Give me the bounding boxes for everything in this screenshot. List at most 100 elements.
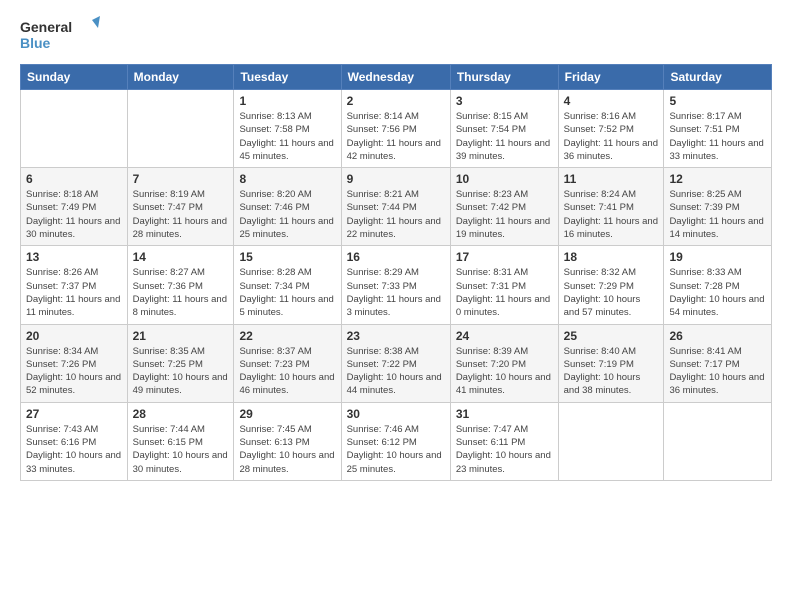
day-info: Sunrise: 8:31 AM Sunset: 7:31 PM Dayligh… <box>456 266 553 319</box>
day-number: 22 <box>239 329 335 343</box>
day-number: 24 <box>456 329 553 343</box>
day-info: Sunrise: 8:16 AM Sunset: 7:52 PM Dayligh… <box>564 110 659 163</box>
day-info: Sunrise: 7:44 AM Sunset: 6:15 PM Dayligh… <box>133 423 229 476</box>
calendar-cell: 21 Sunrise: 8:35 AM Sunset: 7:25 PM Dayli… <box>127 324 234 402</box>
day-info: Sunrise: 8:17 AM Sunset: 7:51 PM Dayligh… <box>669 110 766 163</box>
weekday-header-sunday: Sunday <box>21 65 128 90</box>
calendar-cell: 4 Sunrise: 8:16 AM Sunset: 7:52 PM Daylig… <box>558 90 664 168</box>
day-info: Sunrise: 8:25 AM Sunset: 7:39 PM Dayligh… <box>669 188 766 241</box>
calendar-cell <box>21 90 128 168</box>
calendar-cell <box>127 90 234 168</box>
calendar-cell: 3 Sunrise: 8:15 AM Sunset: 7:54 PM Daylig… <box>450 90 558 168</box>
logo-svg: General Blue <box>20 16 100 56</box>
day-info: Sunrise: 8:28 AM Sunset: 7:34 PM Dayligh… <box>239 266 335 319</box>
day-info: Sunrise: 7:43 AM Sunset: 6:16 PM Dayligh… <box>26 423 122 476</box>
page: General Blue SundayMondayTuesdayWednesda… <box>0 0 792 497</box>
weekday-header-friday: Friday <box>558 65 664 90</box>
day-number: 8 <box>239 172 335 186</box>
day-number: 19 <box>669 250 766 264</box>
calendar-cell: 31 Sunrise: 7:47 AM Sunset: 6:11 PM Dayli… <box>450 402 558 480</box>
calendar-cell: 6 Sunrise: 8:18 AM Sunset: 7:49 PM Daylig… <box>21 168 128 246</box>
calendar-cell: 25 Sunrise: 8:40 AM Sunset: 7:19 PM Dayli… <box>558 324 664 402</box>
calendar-cell: 7 Sunrise: 8:19 AM Sunset: 7:47 PM Daylig… <box>127 168 234 246</box>
day-info: Sunrise: 8:32 AM Sunset: 7:29 PM Dayligh… <box>564 266 659 319</box>
day-number: 7 <box>133 172 229 186</box>
day-info: Sunrise: 8:39 AM Sunset: 7:20 PM Dayligh… <box>456 345 553 398</box>
day-number: 31 <box>456 407 553 421</box>
day-number: 26 <box>669 329 766 343</box>
day-info: Sunrise: 8:19 AM Sunset: 7:47 PM Dayligh… <box>133 188 229 241</box>
day-info: Sunrise: 8:35 AM Sunset: 7:25 PM Dayligh… <box>133 345 229 398</box>
day-number: 16 <box>347 250 445 264</box>
day-info: Sunrise: 8:41 AM Sunset: 7:17 PM Dayligh… <box>669 345 766 398</box>
day-info: Sunrise: 7:47 AM Sunset: 6:11 PM Dayligh… <box>456 423 553 476</box>
calendar-cell: 29 Sunrise: 7:45 AM Sunset: 6:13 PM Dayli… <box>234 402 341 480</box>
day-info: Sunrise: 8:14 AM Sunset: 7:56 PM Dayligh… <box>347 110 445 163</box>
calendar-cell: 16 Sunrise: 8:29 AM Sunset: 7:33 PM Dayli… <box>341 246 450 324</box>
day-info: Sunrise: 8:15 AM Sunset: 7:54 PM Dayligh… <box>456 110 553 163</box>
day-info: Sunrise: 8:13 AM Sunset: 7:58 PM Dayligh… <box>239 110 335 163</box>
calendar-cell: 23 Sunrise: 8:38 AM Sunset: 7:22 PM Dayli… <box>341 324 450 402</box>
day-number: 28 <box>133 407 229 421</box>
day-info: Sunrise: 8:34 AM Sunset: 7:26 PM Dayligh… <box>26 345 122 398</box>
day-info: Sunrise: 8:37 AM Sunset: 7:23 PM Dayligh… <box>239 345 335 398</box>
day-info: Sunrise: 8:29 AM Sunset: 7:33 PM Dayligh… <box>347 266 445 319</box>
calendar-cell: 27 Sunrise: 7:43 AM Sunset: 6:16 PM Dayli… <box>21 402 128 480</box>
day-number: 9 <box>347 172 445 186</box>
calendar-cell: 15 Sunrise: 8:28 AM Sunset: 7:34 PM Dayli… <box>234 246 341 324</box>
day-number: 23 <box>347 329 445 343</box>
calendar-cell: 30Sunrise: 7:46 AM Sunset: 6:12 PM Dayli… <box>341 402 450 480</box>
day-info: Sunrise: 8:23 AM Sunset: 7:42 PM Dayligh… <box>456 188 553 241</box>
day-number: 27 <box>26 407 122 421</box>
day-number: 10 <box>456 172 553 186</box>
day-info: Sunrise: 8:20 AM Sunset: 7:46 PM Dayligh… <box>239 188 335 241</box>
svg-text:General: General <box>20 19 72 35</box>
calendar-cell: 8 Sunrise: 8:20 AM Sunset: 7:46 PM Daylig… <box>234 168 341 246</box>
day-info: Sunrise: 8:33 AM Sunset: 7:28 PM Dayligh… <box>669 266 766 319</box>
calendar-cell: 14 Sunrise: 8:27 AM Sunset: 7:36 PM Dayli… <box>127 246 234 324</box>
day-number: 3 <box>456 94 553 108</box>
calendar-cell: 28 Sunrise: 7:44 AM Sunset: 6:15 PM Dayli… <box>127 402 234 480</box>
week-row-1: 6 Sunrise: 8:18 AM Sunset: 7:49 PM Daylig… <box>21 168 772 246</box>
day-number: 15 <box>239 250 335 264</box>
calendar: SundayMondayTuesdayWednesdayThursdayFrid… <box>20 64 772 481</box>
day-number: 4 <box>564 94 659 108</box>
calendar-cell: 12Sunrise: 8:25 AM Sunset: 7:39 PM Dayli… <box>664 168 772 246</box>
day-number: 14 <box>133 250 229 264</box>
day-number: 6 <box>26 172 122 186</box>
calendar-cell <box>664 402 772 480</box>
day-number: 17 <box>456 250 553 264</box>
calendar-cell: 9 Sunrise: 8:21 AM Sunset: 7:44 PM Daylig… <box>341 168 450 246</box>
weekday-header-saturday: Saturday <box>664 65 772 90</box>
calendar-cell: 18Sunrise: 8:32 AM Sunset: 7:29 PM Dayli… <box>558 246 664 324</box>
day-info: Sunrise: 8:18 AM Sunset: 7:49 PM Dayligh… <box>26 188 122 241</box>
calendar-cell: 10 Sunrise: 8:23 AM Sunset: 7:42 PM Dayli… <box>450 168 558 246</box>
day-info: Sunrise: 8:38 AM Sunset: 7:22 PM Dayligh… <box>347 345 445 398</box>
svg-text:Blue: Blue <box>20 35 51 51</box>
weekday-header-thursday: Thursday <box>450 65 558 90</box>
calendar-cell: 17 Sunrise: 8:31 AM Sunset: 7:31 PM Dayli… <box>450 246 558 324</box>
day-number: 25 <box>564 329 659 343</box>
week-row-2: 13Sunrise: 8:26 AM Sunset: 7:37 PM Dayli… <box>21 246 772 324</box>
calendar-cell: 26 Sunrise: 8:41 AM Sunset: 7:17 PM Dayli… <box>664 324 772 402</box>
weekday-header-wednesday: Wednesday <box>341 65 450 90</box>
day-number: 20 <box>26 329 122 343</box>
day-info: Sunrise: 8:27 AM Sunset: 7:36 PM Dayligh… <box>133 266 229 319</box>
day-number: 5 <box>669 94 766 108</box>
day-number: 2 <box>347 94 445 108</box>
day-number: 1 <box>239 94 335 108</box>
day-info: Sunrise: 7:45 AM Sunset: 6:13 PM Dayligh… <box>239 423 335 476</box>
calendar-cell: 5 Sunrise: 8:17 AM Sunset: 7:51 PM Daylig… <box>664 90 772 168</box>
day-info: Sunrise: 7:46 AM Sunset: 6:12 PM Dayligh… <box>347 423 445 476</box>
logo: General Blue <box>20 16 100 56</box>
day-info: Sunrise: 8:21 AM Sunset: 7:44 PM Dayligh… <box>347 188 445 241</box>
day-number: 11 <box>564 172 659 186</box>
week-row-4: 27 Sunrise: 7:43 AM Sunset: 6:16 PM Dayli… <box>21 402 772 480</box>
week-row-3: 20 Sunrise: 8:34 AM Sunset: 7:26 PM Dayli… <box>21 324 772 402</box>
day-number: 29 <box>239 407 335 421</box>
calendar-cell: 2 Sunrise: 8:14 AM Sunset: 7:56 PM Daylig… <box>341 90 450 168</box>
calendar-cell: 1 Sunrise: 8:13 AM Sunset: 7:58 PM Daylig… <box>234 90 341 168</box>
day-number: 21 <box>133 329 229 343</box>
weekday-header-tuesday: Tuesday <box>234 65 341 90</box>
day-info: Sunrise: 8:40 AM Sunset: 7:19 PM Dayligh… <box>564 345 659 398</box>
